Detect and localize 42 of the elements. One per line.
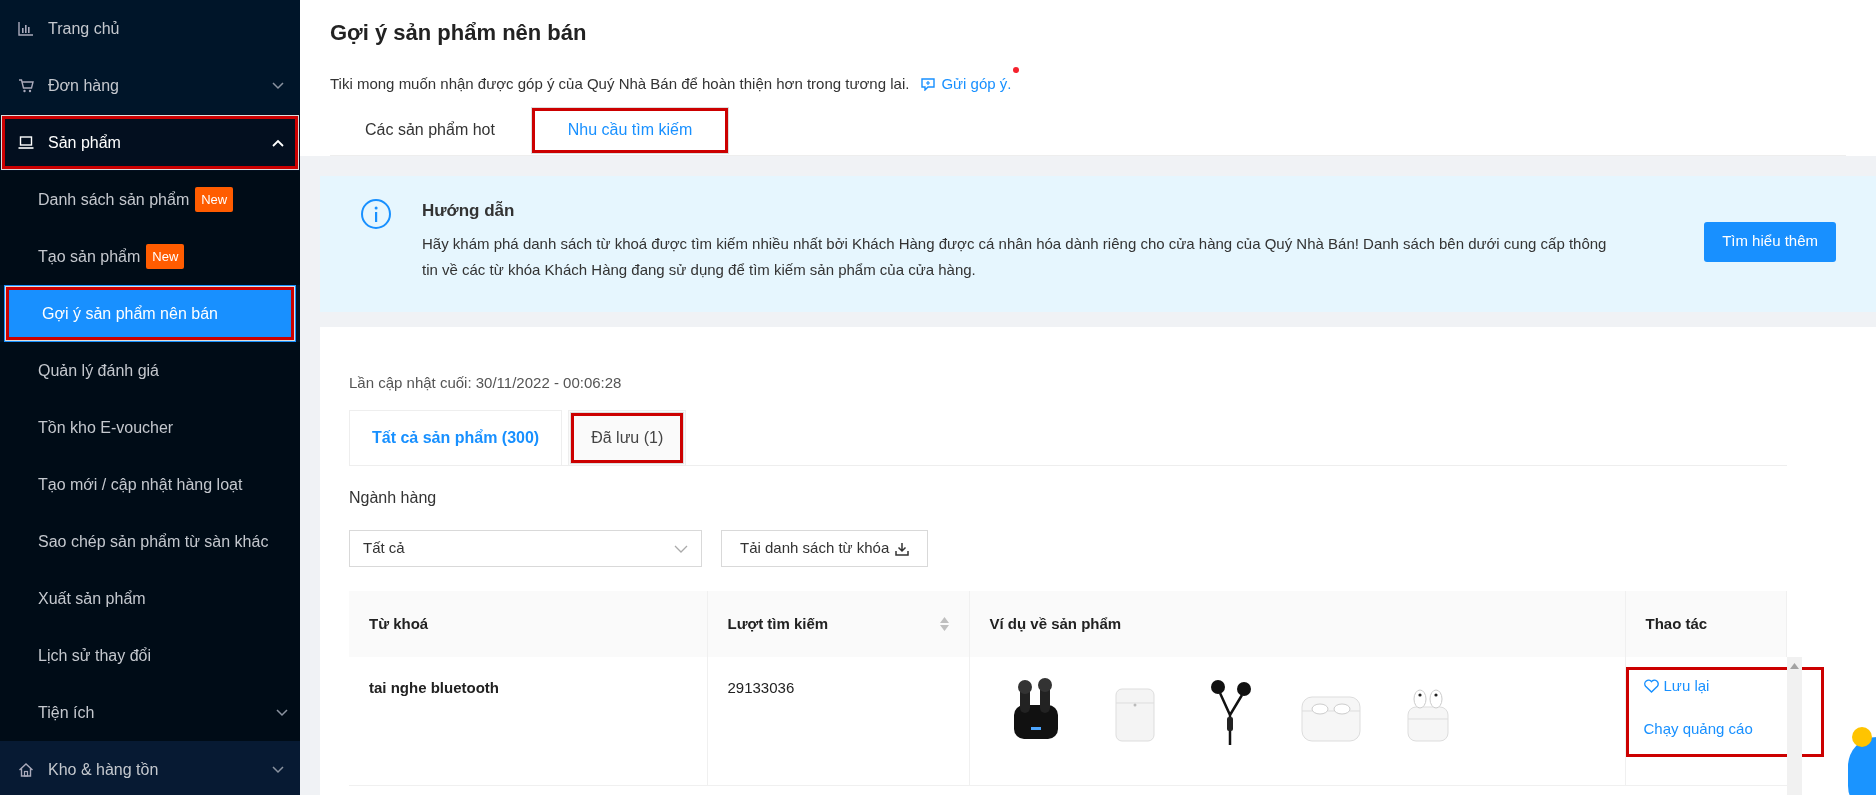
column-header: Từ khoá — [349, 591, 707, 657]
sidebar-subitem[interactable]: Lịch sử thay đổi — [0, 627, 300, 684]
sidebar-subitem[interactable]: Tạo sản phẩm New — [0, 228, 300, 285]
chevron-down-icon — [674, 544, 688, 553]
sidebar-item[interactable]: Kho & hàng tồn — [0, 741, 300, 795]
column-header: Thao tác — [1625, 591, 1787, 657]
table-cell: 29133036 — [707, 657, 969, 785]
download-keywords-button[interactable]: Tải danh sách từ khóa — [721, 530, 929, 567]
feedback-text: Tiki mong muốn nhận được góp ý của Quý Nhà Bán để hoàn thiện hơn trong tương lai. — [330, 74, 910, 94]
sidebar-subitem[interactable]: Tồn kho E-voucher — [0, 399, 300, 456]
page-title: Gợi ý sản phẩm nên bán — [330, 19, 588, 47]
house-icon — [18, 761, 34, 778]
sidebar-subitem[interactable]: Tiện ích — [0, 684, 300, 741]
sidebar-subitem[interactable]: Quản lý đánh giá — [0, 342, 300, 399]
sidebar-subitem[interactable]: Danh sách sản phẩm New — [0, 171, 300, 228]
last-updated-text: Lần cập nhật cuối: 30/11/2022 - 00:06:28 — [349, 372, 623, 393]
chart-icon — [18, 20, 34, 37]
download-icon — [895, 541, 910, 556]
tab[interactable]: Các sản phẩm hot — [330, 105, 530, 155]
sidebar-subitem[interactable]: Tạo mới / cập nhật hàng loạt — [0, 456, 300, 513]
sidebar-item[interactable]: Sản phẩm — [0, 114, 300, 171]
table-cell: tai nghe bluetooth — [349, 657, 707, 785]
feedback-icon — [921, 77, 936, 91]
column-header: Ví dụ về sản phẩm — [969, 591, 1625, 657]
guide-title: Hướng dẫn — [422, 199, 516, 222]
column-header: Lượt tìm kiếm — [707, 591, 969, 657]
sidebar-item[interactable]: Trang chủ — [0, 0, 300, 57]
cart-icon — [18, 77, 34, 94]
filter-label: Ngành hàng — [349, 488, 438, 508]
scrollbar[interactable] — [1787, 657, 1802, 795]
heart-icon — [1643, 679, 1659, 694]
tab[interactable]: Đã lưu (1) — [568, 410, 687, 465]
scroll-up-icon[interactable] — [1790, 663, 1799, 669]
sidebar-subitem[interactable]: Sao chép sản phẩm từ sàn khác — [0, 513, 300, 570]
new-badge: New — [146, 243, 185, 270]
sidebar-subitem[interactable]: Xuất sản phẩm — [0, 570, 300, 627]
laptop-icon — [18, 134, 34, 151]
category-select[interactable]: Tất cả — [349, 530, 702, 567]
new-badge: New — [195, 186, 234, 213]
sidebar-item[interactable]: Đơn hàng — [0, 57, 300, 114]
guide-text: Hãy khám phá danh sách từ khoá được tìm kiếm nhiều nhất bởi Khách Hàng được cá nhân hóa dành riêng cho cửa hàng của Quý Nhà Bán! Danh sách bên dưới cung cấp thông tin về các từ khóa Khách Hàng đang sử dụng để tìm kiếm sản phẩm của cửa hàng. — [422, 234, 1608, 280]
info-icon — [360, 197, 392, 230]
